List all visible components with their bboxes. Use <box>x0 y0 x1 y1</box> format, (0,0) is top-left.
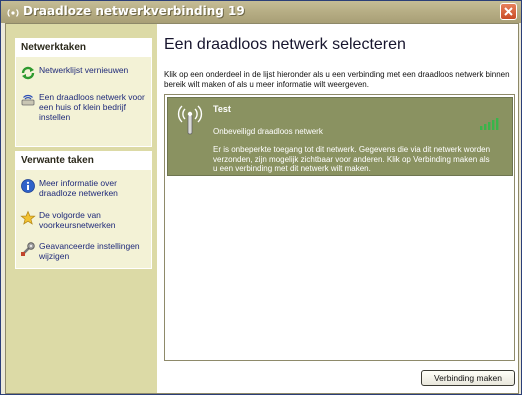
wireless-connection-icon <box>7 9 19 17</box>
title-bar[interactable]: Draadloze netwerkverbinding 19 <box>1 1 521 23</box>
page-title: Een draadloos netwerk selecteren <box>164 36 406 53</box>
wireless-network-window: Draadloze netwerkverbinding 19 Netwerkta… <box>0 0 522 395</box>
signal-strength-icon <box>480 118 499 130</box>
refresh-icon <box>21 66 35 80</box>
related-tasks-title: Verwante taken <box>16 152 151 170</box>
network-description: Er is onbeperkte toegang tot dit netwerk… <box>213 145 491 173</box>
page-description: Klik op een onderdeel in de lijst hieron… <box>164 70 510 89</box>
network-security-status: Onbeveiligd draadloos netwerk <box>213 127 323 136</box>
network-list-item[interactable]: Test Onbeveiligd draadloos netwerk Er is… <box>167 97 513 176</box>
close-button[interactable] <box>500 3 517 20</box>
advanced-settings-icon <box>21 242 35 256</box>
wireless-antenna-icon <box>177 105 203 135</box>
network-setup-icon <box>21 94 35 106</box>
network-list[interactable]: Test Onbeveiligd draadloos netwerk Er is… <box>164 94 515 361</box>
close-icon <box>504 7 513 16</box>
window-client-area: Netwerktaken Netwerklijst vernieuwen Een… <box>5 23 519 394</box>
task-label: Netwerklijst vernieuwen <box>39 65 129 75</box>
info-icon <box>21 179 35 193</box>
network-name: Test <box>213 104 231 114</box>
task-sidebar: Netwerktaken Netwerklijst vernieuwen Een… <box>6 24 157 393</box>
task-label: Meer informatie over draadloze netwerken <box>39 178 118 198</box>
network-selection-pane: Een draadloos netwerk selecteren Klik op… <box>157 24 518 393</box>
connect-button-label: Verbinding maken <box>433 373 503 383</box>
related-tasks-panel: Verwante taken Meer informatie over draa… <box>15 151 152 269</box>
task-more-info-wireless[interactable]: Meer informatie over draadloze netwerken <box>20 178 147 198</box>
network-tasks-title: Netwerktaken <box>16 39 151 57</box>
task-label: Geavanceerde instellingen wijzigen <box>39 241 140 261</box>
connect-button[interactable]: Verbinding maken <box>421 370 515 386</box>
network-tasks-panel: Netwerktaken Netwerklijst vernieuwen Een… <box>15 38 152 147</box>
task-label: Een draadloos netwerk voor een huis of k… <box>39 92 145 122</box>
task-refresh-network-list[interactable]: Netwerklijst vernieuwen <box>20 65 147 81</box>
task-preferred-networks-order[interactable]: De volgorde van voorkeursnetwerken <box>20 210 147 230</box>
task-advanced-settings[interactable]: Geavanceerde instellingen wijzigen <box>20 241 147 261</box>
task-label: De volgorde van voorkeursnetwerken <box>39 210 116 230</box>
star-icon <box>20 210 36 225</box>
task-setup-home-network[interactable]: Een draadloos netwerk voor een huis of k… <box>20 92 147 122</box>
window-title: Draadloze netwerkverbinding 19 <box>23 4 245 18</box>
